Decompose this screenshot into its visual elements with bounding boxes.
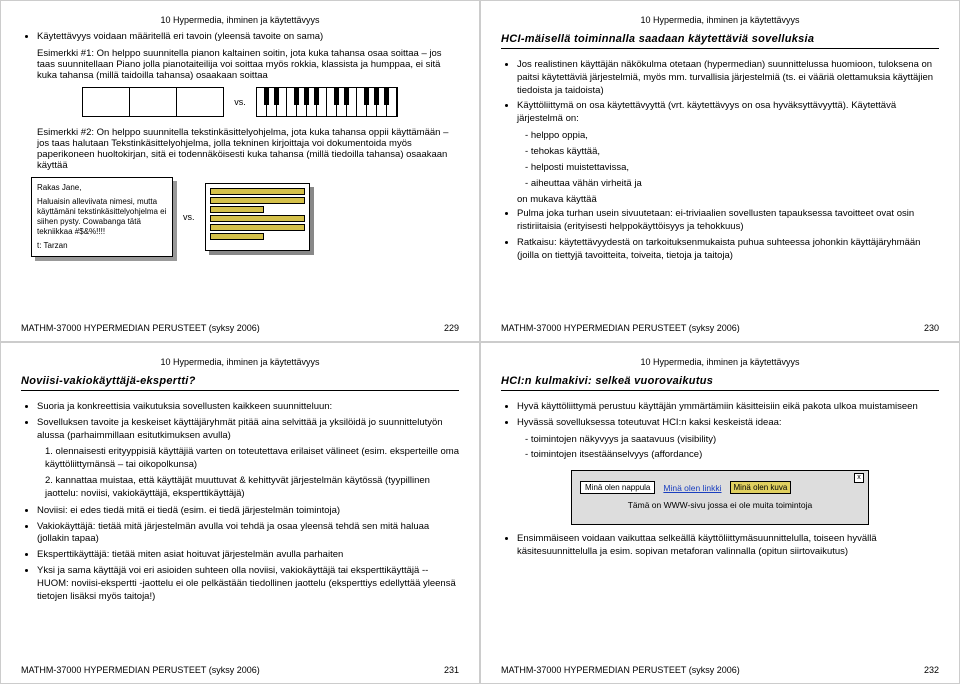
slide-header: 10 Hypermedia, ihminen ja käytettävyys xyxy=(21,357,459,367)
slide-232: 10 Hypermedia, ihminen ja käytettävyys H… xyxy=(480,342,960,684)
example-1: Esimerkki #1: On helppo suunnitella pian… xyxy=(37,48,459,81)
demo-caption: Tämä on WWW-sivu jossa ei ole muita toim… xyxy=(580,500,860,510)
footer-text: MATHM-37000 HYPERMEDIAN PERUSTEET (syksy… xyxy=(21,323,260,333)
slide-header: 10 Hypermedia, ihminen ja käytettävyys xyxy=(501,357,939,367)
slide-title: Noviisi-vakiokäyttäjä-ekspertti? xyxy=(21,375,459,391)
letter-line: Haluaisin alleviivata nimesi, mutta käyt… xyxy=(37,197,167,237)
vs-label: vs. xyxy=(183,212,195,222)
letter-box: Rakas Jane, Haluaisin alleviivata nimesi… xyxy=(31,177,173,257)
bullet: Yksi ja sama käyttäjä voi eri asioiden s… xyxy=(37,565,459,603)
slide-title: HCI-mäisellä toiminnalla saadaan käytett… xyxy=(501,33,939,49)
bullet: Käytettävyys voidaan määritellä eri tavo… xyxy=(37,31,459,44)
bullet: Ratkaisu: käytettävyydestä on tarkoituks… xyxy=(517,237,939,263)
bullet: Sovelluksen tavoite ja keskeiset käyttäj… xyxy=(37,417,459,443)
slide-231: 10 Hypermedia, ihminen ja käytettävyys N… xyxy=(0,342,480,684)
close-icon[interactable]: x xyxy=(854,473,864,483)
bullet: Pulma joka turhan usein sivuutetaan: ei-… xyxy=(517,208,939,234)
numbered-item: 1. olennaisesti erityyppisiä käyttäjiä v… xyxy=(45,446,459,472)
slide-229: 10 Hypermedia, ihminen ja käytettävyys K… xyxy=(0,0,480,342)
slide-title: HCI:n kulmakivi: selkeä vuorovaikutus xyxy=(501,375,939,391)
bullet: Eksperttikäyttäjä: tietää miten asiat ho… xyxy=(37,549,459,562)
bullet: Hyvä käyttöliittymä perustuu käyttäjän y… xyxy=(517,401,939,414)
letter-line: t: Tarzan xyxy=(37,241,167,251)
editor-box xyxy=(205,183,310,251)
numbered-item: 2. kannattaa muistaa, että käyttäjät muu… xyxy=(45,475,459,501)
bullet: Noviisi: ei edes tiedä mitä ei tiedä (es… xyxy=(37,505,459,518)
page-number: 232 xyxy=(924,665,939,675)
bullet: Jos realistinen käyttäjän näkökulma otet… xyxy=(517,59,939,97)
bullet: Ensimmäiseen voidaan vaikuttaa selkeällä… xyxy=(517,533,939,559)
bullet: Käyttöliittymä on osa käytettävyyttä (vr… xyxy=(517,100,939,126)
slide-230: 10 Hypermedia, ihminen ja käytettävyys H… xyxy=(480,0,960,342)
page-number: 229 xyxy=(444,323,459,333)
footer-text: MATHM-37000 HYPERMEDIAN PERUSTEET (syksy… xyxy=(501,665,740,675)
slide-header: 10 Hypermedia, ihminen ja käytettävyys xyxy=(501,15,939,25)
bullet: Suoria ja konkreettisia vaikutuksia sove… xyxy=(37,401,459,414)
affordance-demo: x Minä olen nappula Minä olen linkki Min… xyxy=(571,470,869,525)
editor-illustration: Rakas Jane, Haluaisin alleviivata nimesi… xyxy=(31,177,459,257)
slide-header: 10 Hypermedia, ihminen ja käytettävyys xyxy=(21,15,459,25)
sub-bullet: aiheuttaa vähän virheitä ja xyxy=(525,178,939,191)
sub-bullet: toimintojen näkyvyys ja saatavuus (visib… xyxy=(525,434,939,447)
page-number: 230 xyxy=(924,323,939,333)
demo-link[interactable]: Minä olen linkki xyxy=(663,483,721,493)
sub-bullet: toimintojen itsestäänselvyys (affordance… xyxy=(525,449,939,462)
sub-bullet: helposti muistettavissa, xyxy=(525,162,939,175)
letter-line: Rakas Jane, xyxy=(37,183,167,193)
bullet: Vakiokäyttäjä: tietää mitä järjestelmän … xyxy=(37,521,459,547)
footer-text: MATHM-37000 HYPERMEDIAN PERUSTEET (syksy… xyxy=(501,323,740,333)
footer-text: MATHM-37000 HYPERMEDIAN PERUSTEET (syksy… xyxy=(21,665,260,675)
piano-illustration: vs. xyxy=(21,87,459,117)
sub-bullet: tehokas käyttää, xyxy=(525,146,939,159)
text: on mukava käyttää xyxy=(517,194,939,205)
bullet: Hyvässä sovelluksessa toteutuvat HCI:n k… xyxy=(517,417,939,430)
demo-image: Minä olen kuva xyxy=(730,481,792,494)
demo-button[interactable]: Minä olen nappula xyxy=(580,481,655,494)
vs-label: vs. xyxy=(234,97,246,107)
sub-bullet: helppo oppia, xyxy=(525,130,939,143)
example-2: Esimerkki #2: On helppo suunnitella teks… xyxy=(37,127,459,171)
page-number: 231 xyxy=(444,665,459,675)
